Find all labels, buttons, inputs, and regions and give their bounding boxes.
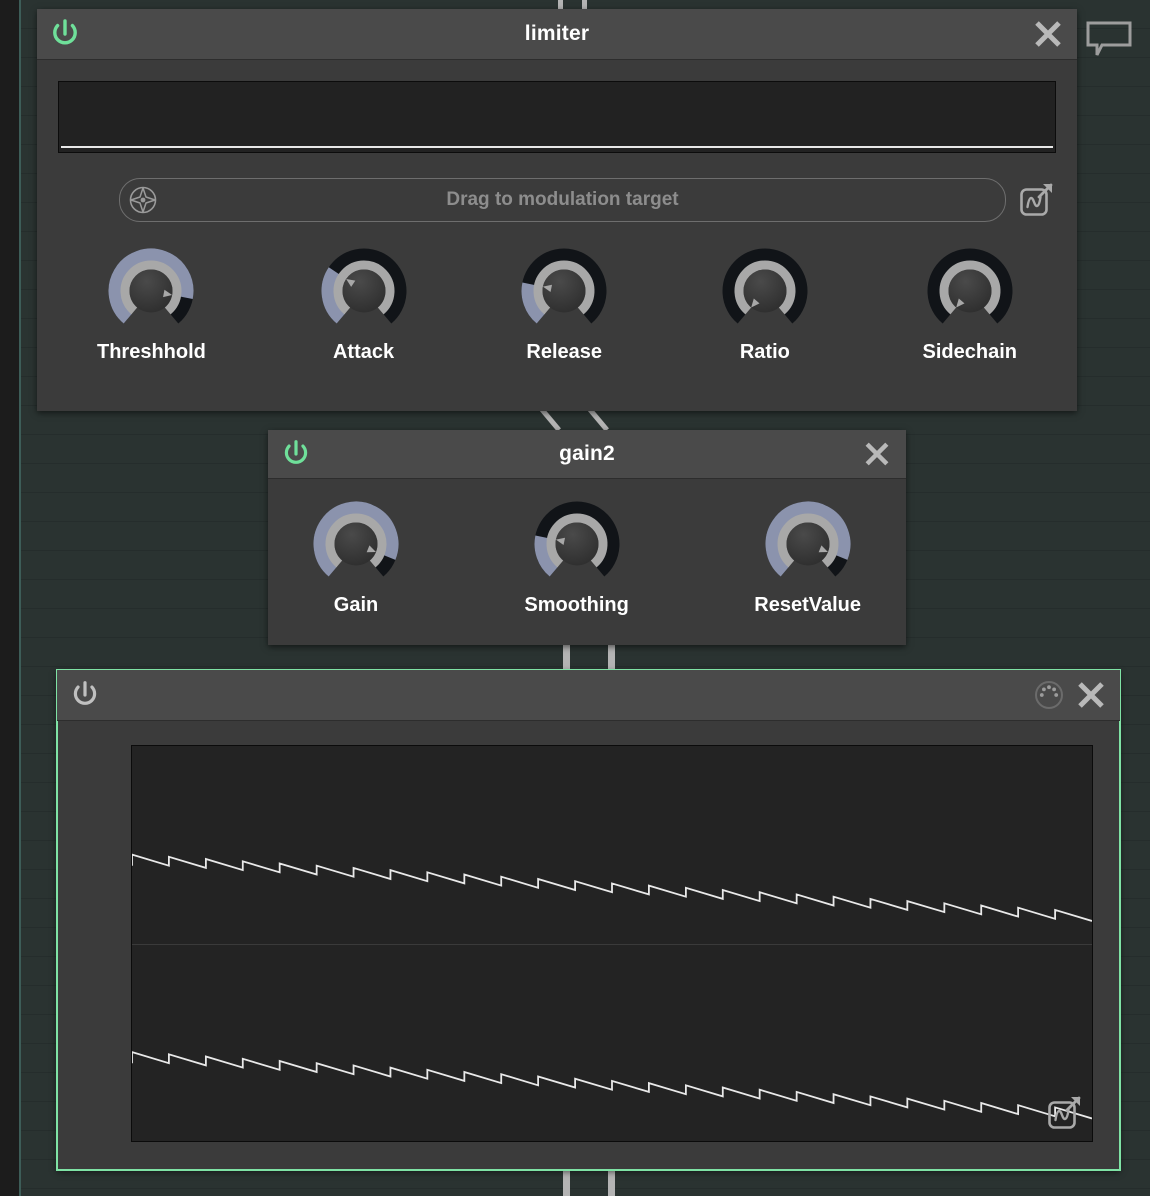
knob-dial[interactable] [521, 248, 607, 334]
knob-resetvalue[interactable]: ResetValue [754, 501, 861, 617]
knob-label: Release [526, 341, 603, 363]
waveform-channel [132, 855, 1092, 921]
power-icon[interactable] [48, 17, 82, 51]
modulation-drag-label: Drag to modulation target [446, 189, 679, 210]
knob-dial[interactable] [534, 501, 620, 587]
knob-attack[interactable]: Attack [321, 248, 407, 364]
modulation-target-icon [128, 185, 158, 215]
gain2-title-bar[interactable]: gain2 [268, 430, 906, 479]
knob-smoothing[interactable]: Smoothing [524, 501, 629, 617]
knob-label: Gain [333, 594, 379, 616]
signal-out-icon[interactable] [1044, 1093, 1084, 1133]
panel-limiter[interactable]: limiter Drag to modulation target Thresh… [37, 9, 1077, 411]
power-icon[interactable] [279, 437, 313, 471]
patch-canvas[interactable]: limiter Drag to modulation target Thresh… [0, 0, 1150, 1196]
knob-label: Sidechain [922, 341, 1017, 363]
knob-label: Ratio [739, 341, 790, 363]
knob-label: Threshhold [97, 341, 206, 363]
modulation-drag-area[interactable]: Drag to modulation target [119, 178, 1006, 222]
knob-dial[interactable] [722, 248, 808, 334]
knob-dial[interactable] [765, 501, 851, 587]
limiter-knob-row: Threshhold Attack Release Ratio Sidechai… [37, 248, 1077, 364]
gain2-knob-row: Gain Smoothing ResetValue [268, 501, 906, 617]
knob-dial[interactable] [108, 248, 194, 334]
limiter-body: Drag to modulation target Threshhold Att… [37, 81, 1077, 364]
knob-dial[interactable] [313, 501, 399, 587]
power-icon[interactable] [68, 678, 102, 712]
knob-release[interactable]: Release [521, 248, 607, 364]
waveform-scope[interactable] [131, 745, 1093, 1142]
signal-out-icon[interactable] [1016, 180, 1056, 220]
knob-label: ResetValue [754, 594, 861, 616]
panel-title: gain2 [559, 442, 615, 465]
cable-viewer-out-a [563, 1170, 570, 1196]
knob-threshhold[interactable]: Threshhold [97, 248, 206, 364]
knob-label: Smoothing [524, 594, 629, 616]
waveform-channel [132, 1052, 1092, 1118]
modulation-row: Drag to modulation target [119, 178, 1056, 222]
close-icon[interactable] [1029, 15, 1067, 53]
cable-viewer-out-b [608, 1170, 615, 1196]
limiter-scope[interactable] [58, 81, 1056, 153]
viewer-title-bar[interactable] [57, 670, 1120, 721]
knob-ratio[interactable]: Ratio [722, 248, 808, 364]
gain2-body: Gain Smoothing ResetValue [268, 501, 906, 617]
knob-sidechain[interactable]: Sidechain [923, 248, 1017, 364]
midi-port-icon[interactable] [1032, 678, 1066, 712]
knob-dial[interactable] [321, 248, 407, 334]
panel-title: limiter [524, 22, 590, 45]
panel-waveform-viewer[interactable] [56, 669, 1121, 1171]
knob-gain[interactable]: Gain [313, 501, 399, 617]
viewer-body [57, 745, 1120, 1142]
knob-dial[interactable] [927, 248, 1013, 334]
close-icon[interactable] [858, 435, 896, 473]
canvas-playhead-line [19, 0, 21, 1196]
knob-label: Attack [332, 341, 395, 363]
channel-divider [132, 944, 1092, 945]
limiter-scope-flatline [61, 146, 1053, 148]
close-icon[interactable] [1072, 676, 1110, 714]
limiter-title-bar[interactable]: limiter [37, 9, 1077, 60]
speech-bubble-icon[interactable] [1085, 20, 1133, 58]
panel-gain2[interactable]: gain2 Gain Smoothing ResetValue [268, 430, 906, 645]
canvas-left-gutter [0, 0, 19, 1196]
